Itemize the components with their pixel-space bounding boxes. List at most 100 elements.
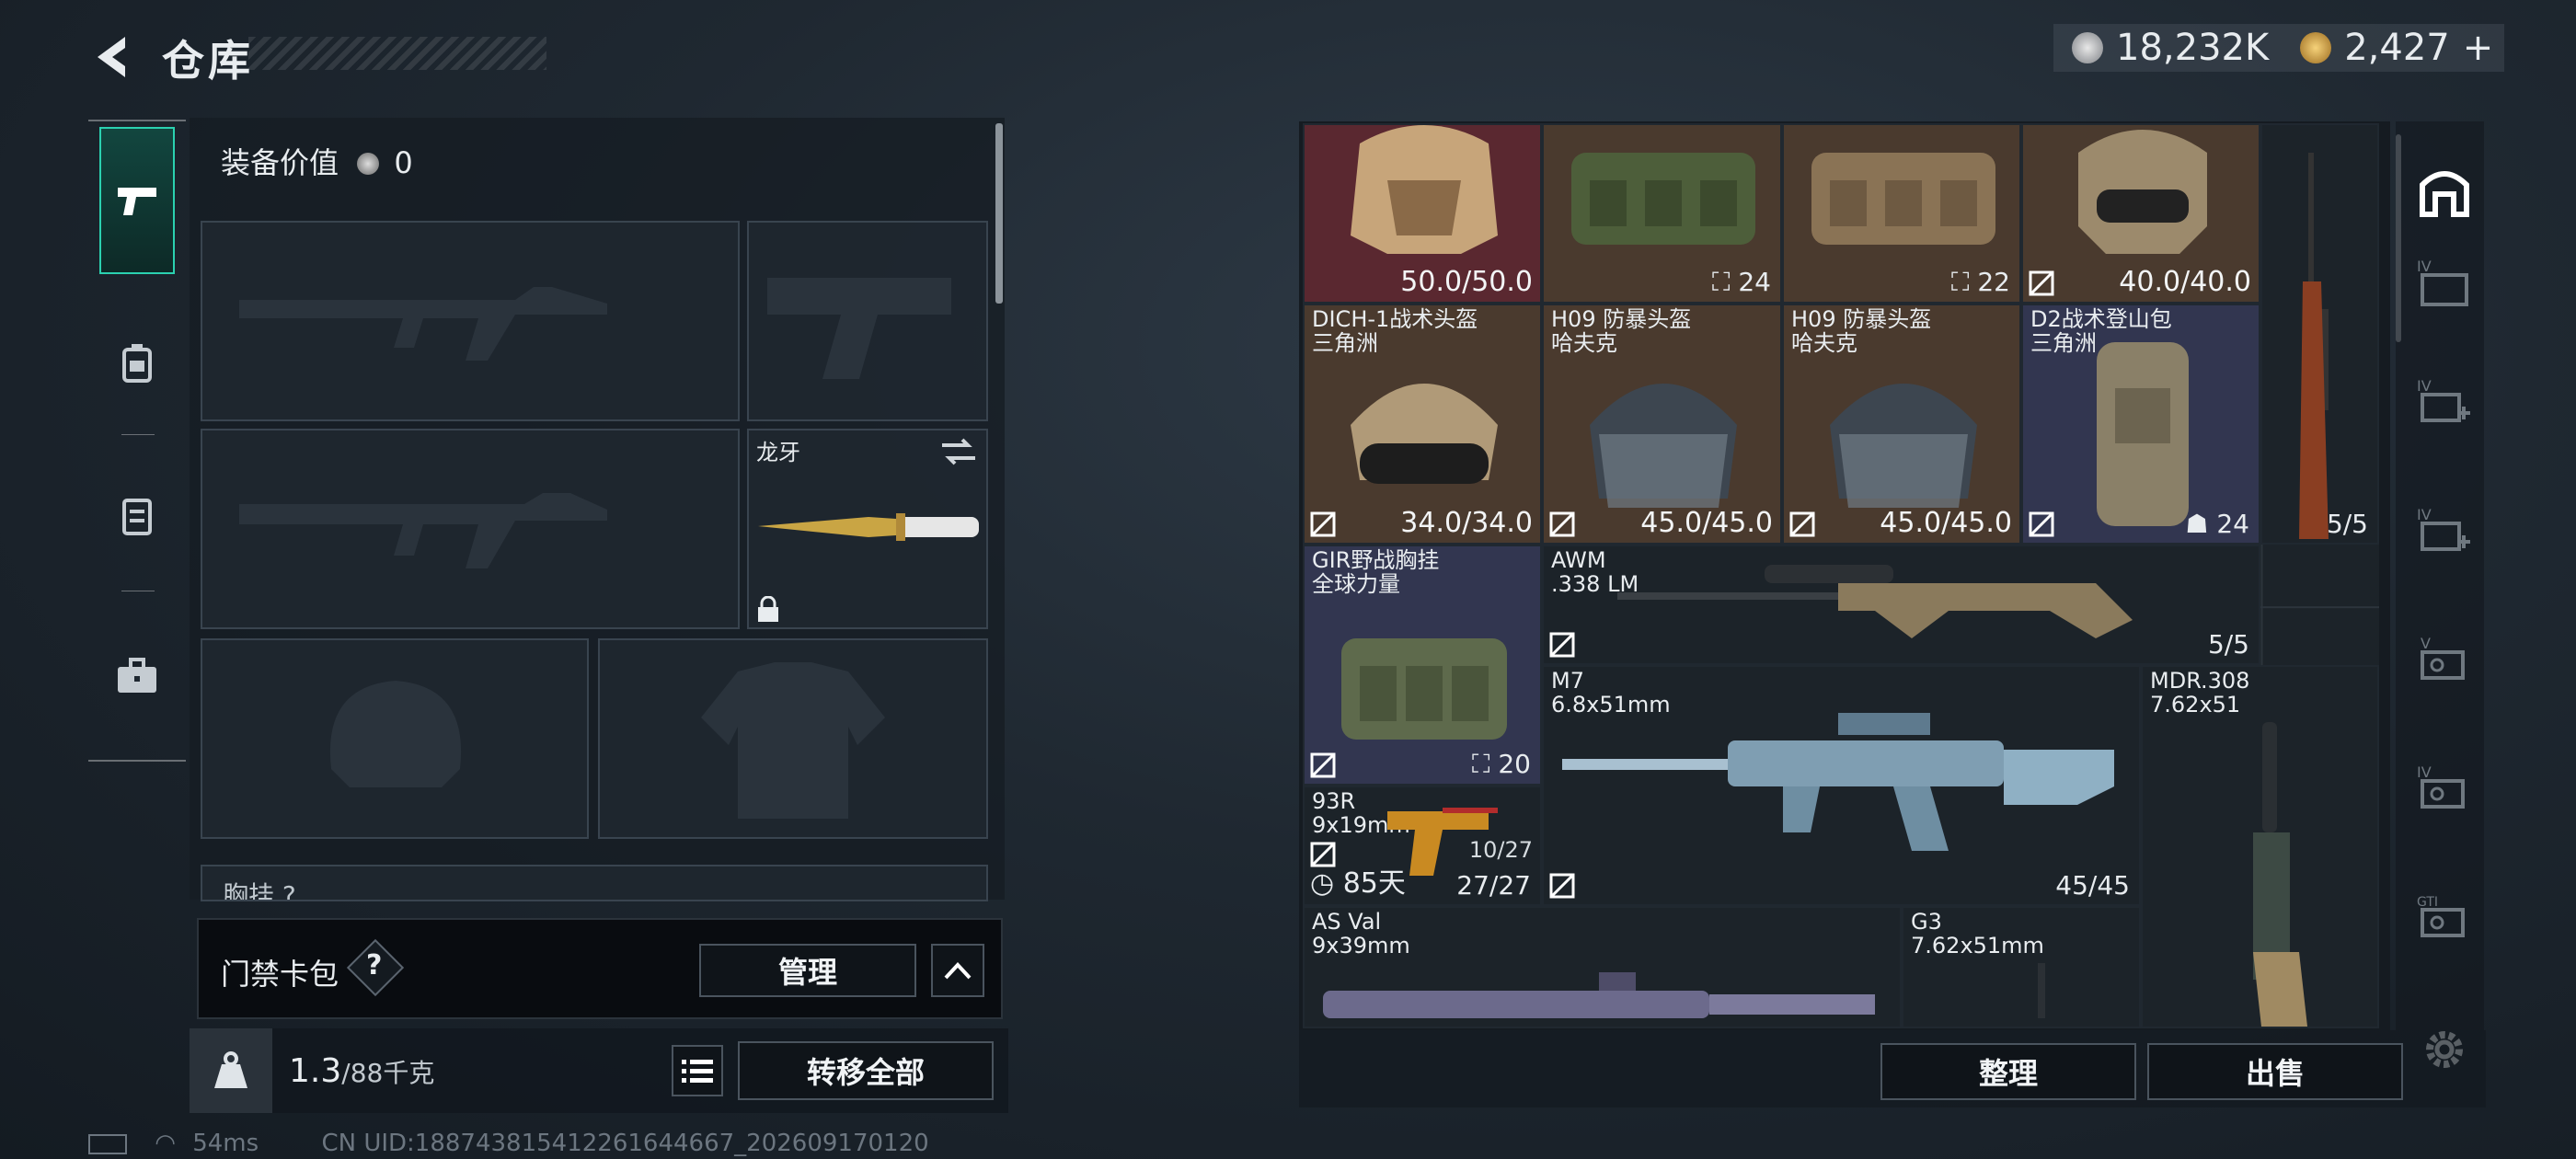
- melee-slot[interactable]: 龙牙: [747, 429, 988, 629]
- item-name: M7 6.8x51mm: [1551, 668, 1671, 717]
- keycard-pack-bar: 门禁卡包 ? 管理: [197, 918, 1003, 1019]
- capacity: ⛶ 24: [1711, 267, 1771, 297]
- inventory-item[interactable]: AWM .338 LM 5/5: [1542, 545, 2260, 665]
- collapse-button[interactable]: [931, 944, 984, 997]
- silver-coin-icon: [2072, 32, 2103, 63]
- svg-text:IV: IV: [2417, 377, 2432, 395]
- tab-home[interactable]: [2410, 156, 2478, 224]
- helmet-icon: [1351, 125, 1498, 254]
- weight-current: 1.3: [289, 1052, 342, 1090]
- durability: 45.0/45.0: [1880, 507, 2012, 539]
- inventory-item[interactable]: GIR野战胸挂 全球力量 ⛶ 20: [1303, 545, 1542, 786]
- chest-rig-icon: [122, 499, 152, 535]
- inventory-item[interactable]: H09 防暴头盔 哈夫克 45.0/45.0: [1542, 304, 1782, 545]
- durability: 40.0/40.0: [2119, 266, 2251, 298]
- inventory-item[interactable]: AS Val 9x39mm: [1303, 906, 1902, 1028]
- inventory-item[interactable]: MDR.308 7.62x51: [2141, 665, 2379, 1028]
- chest-rig-icon: [1341, 638, 1507, 740]
- chevron-up-icon: [944, 962, 972, 980]
- manage-button[interactable]: 管理: [699, 944, 916, 997]
- inventory-item[interactable]: DICH-1战术头盔 三角洲 34.0/34.0: [1303, 304, 1542, 545]
- gold-coin-icon: [2300, 32, 2332, 63]
- chest-rig-section: 胸挂 ?: [201, 865, 988, 901]
- tab-key-3[interactable]: GTI: [2410, 883, 2478, 951]
- add-gold-button[interactable]: +: [2463, 27, 2494, 69]
- body-armor-slot[interactable]: [598, 638, 988, 839]
- ammo-count: 27/27: [1456, 870, 1531, 901]
- inventory-item[interactable]: H09 防暴头盔 哈夫克 45.0/45.0: [1782, 304, 2021, 545]
- tab-key-2[interactable]: IV: [2410, 754, 2478, 822]
- equipment-value-label: 装备价值: [221, 145, 339, 180]
- gold-amount: 2,427: [2344, 27, 2450, 69]
- capacity: ⛶ 22: [1950, 267, 2010, 297]
- pistol-slot[interactable]: [747, 221, 988, 421]
- no-bind-icon: [1549, 873, 1575, 899]
- durability: 50.0/50.0: [1400, 266, 1533, 298]
- weight-icon-box: [190, 1028, 272, 1113]
- armor-silhouette-icon: [701, 662, 885, 819]
- sort-button[interactable]: 整理: [1880, 1043, 2136, 1100]
- tab-backpack[interactable]: [99, 326, 175, 401]
- pistol-icon: [118, 188, 156, 215]
- item-name: MDR.308 7.62x51: [2150, 668, 2250, 717]
- no-bind-icon: [1549, 632, 1575, 658]
- durability: 45.0/45.0: [1640, 507, 1773, 539]
- tab-toolbox[interactable]: [99, 638, 175, 714]
- back-button[interactable]: [88, 31, 140, 83]
- list-view-button[interactable]: [672, 1045, 723, 1096]
- swap-icon[interactable]: [940, 438, 977, 465]
- g3-rifle-icon: [2038, 963, 2045, 1018]
- awm-rifle-icon: [1617, 565, 2133, 638]
- weight-icon: [214, 1051, 247, 1088]
- inventory-item[interactable]: ⛶ 22: [1782, 123, 2021, 304]
- inventory-item[interactable]: ⛶ 24: [1542, 123, 1782, 304]
- inventory-item[interactable]: 50.0/50.0: [1303, 123, 1542, 304]
- container-add-icon: IV: [2417, 506, 2470, 551]
- bag-icon: [1811, 153, 1995, 245]
- melee-name: 龙牙: [756, 440, 800, 465]
- inventory-item[interactable]: D2战术登山包 三角洲 ☗ 24: [2021, 304, 2260, 545]
- tab-container-3[interactable]: IV: [2410, 497, 2478, 565]
- inventory-item[interactable]: 93R 9x19mm 10/27 ◷ 85天 27/27: [1303, 786, 1542, 906]
- tab-container-2[interactable]: IV: [2410, 368, 2478, 436]
- weight-bar: 1.3/88千克 转移全部: [190, 1028, 1008, 1113]
- user-uid: CN UID:1887438154122616446​67_2026091701…: [321, 1130, 929, 1157]
- primary-weapon-slot[interactable]: [201, 221, 740, 421]
- item-name: AS Val 9x39mm: [1312, 909, 1410, 958]
- ammo-count: 5/5: [2207, 629, 2249, 660]
- item-name: G3 7.62x51mm: [1911, 909, 2044, 958]
- loadout-scrollbar[interactable]: [995, 123, 1003, 304]
- tab-container-1[interactable]: IV: [2410, 248, 2478, 316]
- item-name: GIR野战胸挂 全球力量: [1312, 547, 1440, 597]
- weight-max: /88千克: [341, 1058, 435, 1088]
- svg-text:IV: IV: [2417, 258, 2432, 275]
- inventory-item[interactable]: M7 6.8x51mm 45/45: [1542, 665, 2141, 906]
- divider: [88, 760, 186, 762]
- durability: 34.0/34.0: [1400, 507, 1533, 539]
- helmet-slot[interactable]: [201, 638, 589, 839]
- backpack-icon: [2097, 342, 2189, 526]
- inventory-item[interactable]: G3 7.62x51mm: [1902, 906, 2141, 1028]
- list-icon: [682, 1060, 713, 1083]
- tab-chest-rig[interactable]: [99, 478, 175, 554]
- rifle-silhouette-icon: [239, 287, 607, 361]
- tab-key-1[interactable]: V: [2410, 625, 2478, 694]
- inventory-item[interactable]: 5/5: [2260, 123, 2379, 545]
- section-label: 胸挂 ?: [223, 880, 296, 901]
- no-bind-icon: [1789, 511, 1815, 537]
- silver-amount: 18,232K: [2116, 27, 2270, 69]
- rifle-silhouette-icon: [239, 493, 607, 568]
- transfer-all-button[interactable]: 转移全部: [738, 1041, 994, 1100]
- expiry-timer: ◷ 85天: [1310, 867, 1406, 900]
- page-title: 仓库: [162, 36, 254, 86]
- secondary-weapon-slot[interactable]: [201, 429, 740, 629]
- inventory-item[interactable]: 40.0/40.0: [2021, 123, 2260, 304]
- knife-icon: [758, 513, 979, 541]
- sell-button[interactable]: 出售: [2147, 1043, 2403, 1100]
- magazine-count: 10/27: [1468, 837, 1533, 863]
- lock-icon: [758, 596, 778, 622]
- capacity: ☗ 24: [2185, 509, 2249, 539]
- container-icon: IV: [2417, 258, 2468, 306]
- tab-weapons[interactable]: [99, 127, 175, 274]
- key-container-icon: V: [2421, 635, 2465, 680]
